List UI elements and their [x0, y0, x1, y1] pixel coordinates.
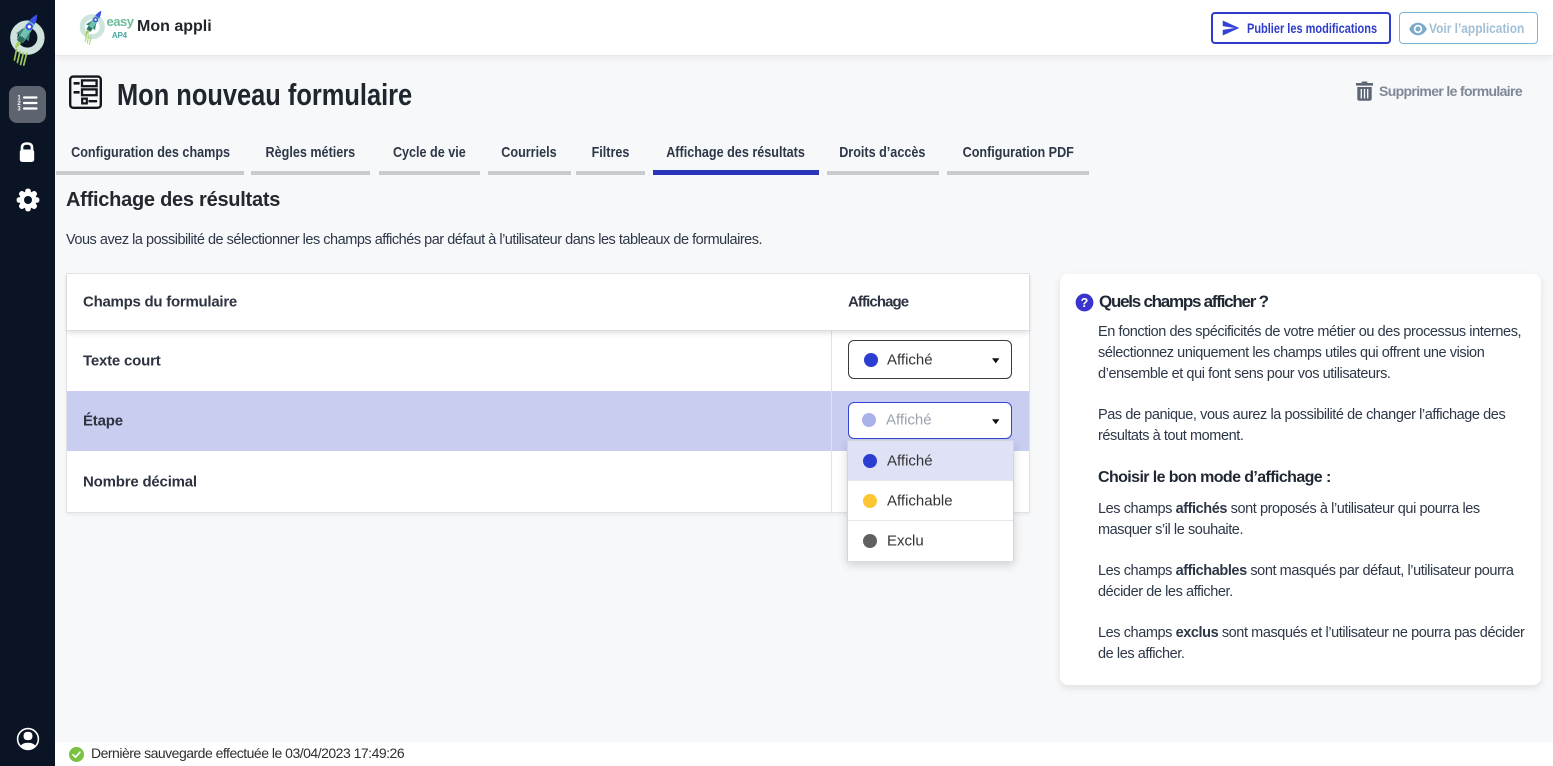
- svg-text:?: ?: [1081, 296, 1089, 310]
- svg-text:AP4: AP4: [112, 31, 128, 40]
- svg-text:3: 3: [17, 106, 21, 112]
- svg-text:easy: easy: [107, 14, 135, 29]
